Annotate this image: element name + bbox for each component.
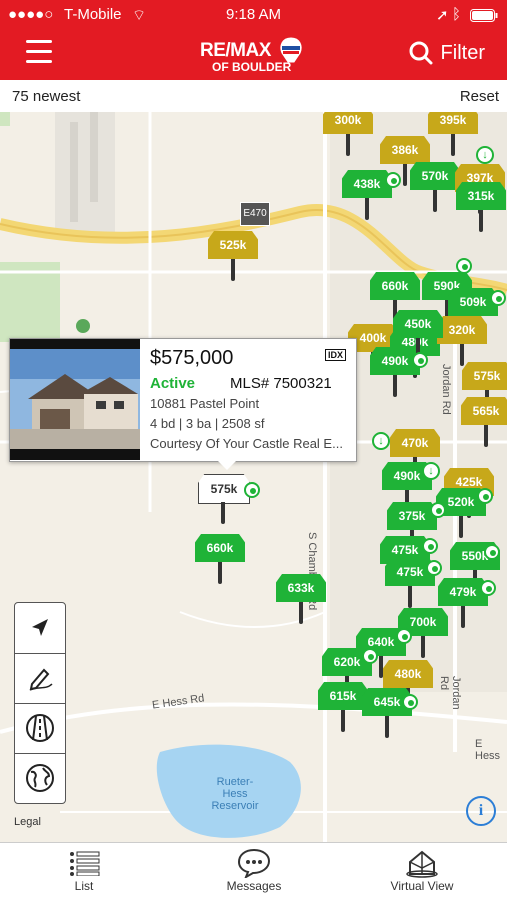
results-count: 75 newest [12,88,81,105]
tab-virtual-view[interactable]: Virtual View [362,847,482,893]
filter-button[interactable]: Filter [409,41,485,65]
tab-bar: List Messages Virtual View [0,842,507,901]
listing-card[interactable]: $575,000 IDX Active MLS# 7500321 10881 P… [9,338,357,470]
status-bar: ●●●●○ T-Mobile ⌔ 9:18 AM ➚ ᛒ [0,0,507,30]
open-house-icon [362,648,378,664]
open-house-icon [402,694,418,710]
menu-icon[interactable] [26,40,52,63]
map-type-button[interactable] [15,703,65,754]
list-icon [70,851,100,876]
remax-logo: RE/MAX OF BOULDER [198,36,308,76]
satellite-button[interactable] [15,753,65,803]
open-house-icon [430,502,446,518]
open-house-icon [490,290,506,306]
filter-label: Filter [440,41,485,64]
listing-photo[interactable] [10,339,140,460]
price-drop-icon: ↓ [422,462,440,480]
reset-button[interactable]: Reset [460,88,499,105]
tab-virtual-view-label: Virtual View [390,879,454,893]
carrier-label: T-Mobile [64,6,122,23]
map-pin[interactable]: 633k [276,574,328,626]
price-drop-icon: ↓ [372,432,390,450]
open-house-icon [396,628,412,644]
e470-shield: E470 [240,202,270,226]
price-drop-icon: ↓ [476,146,494,164]
info-icon[interactable]: i [466,796,496,826]
open-house-icon [480,580,496,596]
card-pointer [218,461,236,470]
tab-messages[interactable]: Messages [194,847,314,893]
map-pin[interactable]: 565k [461,397,507,449]
open-house-icon [412,352,428,368]
map-view[interactable]: E470 Jordan Rd Jordan Rd S Chambers Rd E… [0,112,507,842]
search-icon [409,41,433,65]
map-pin[interactable]: 395k [428,112,480,158]
open-house-icon [244,482,260,498]
road-label-e-hess-right: E Hess [475,738,501,762]
listing-courtesy: Courtesy Of Your Castle Real E... [150,436,343,451]
legal-link[interactable]: Legal [14,816,41,828]
wifi-icon: ⌔ [132,7,147,24]
map-pin[interactable]: 660k [195,534,247,586]
app-header: RE/MAX OF BOULDER Filter [0,30,507,80]
navigation-arrow-icon [32,619,48,636]
listing-status: Active [150,375,196,392]
listing-price: $575,000 [150,347,234,369]
listing-specs: 4 bd | 3 ba | 2508 sf [150,416,265,431]
idx-logo: IDX [324,349,346,361]
bluetooth-icon: ᛒ [452,6,462,23]
open-house-icon [456,258,472,274]
map-pin-selected[interactable]: 575k [198,474,250,526]
locate-button[interactable] [15,603,65,654]
tab-list-label: List [74,879,94,893]
open-house-icon [477,488,493,504]
pencil-icon [29,668,53,691]
map-pin[interactable]: 525k [208,231,260,283]
tab-list[interactable]: List [24,847,144,893]
map-pin[interactable]: 315k [456,182,507,234]
open-house-icon [385,172,401,188]
open-house-icon [422,538,438,554]
signal-icon: ●●●●○ [8,6,54,23]
reservoir-label: Rueter-Hess Reservoir [211,776,259,812]
map-tools-panel [14,602,66,804]
globe-icon [26,764,54,792]
open-house-icon [484,544,500,560]
listing-address: 10881 Pastel Point [150,396,260,411]
balloon-icon [280,37,302,63]
open-house-icon [426,560,442,576]
road-icon [26,714,54,742]
house-3d-icon [406,850,438,878]
draw-button[interactable] [15,653,65,704]
listing-mls: MLS# 7500321 [230,375,332,392]
chat-bubble-icon [237,848,271,878]
location-arrow-icon: ➚ [436,7,449,24]
results-bar: 75 newest Reset [0,80,507,113]
road-label-jordan-2: Jordan Rd [438,676,462,710]
time-label: 9:18 AM [226,6,282,23]
battery-icon [470,9,498,26]
tab-messages-label: Messages [226,879,282,893]
map-pin[interactable]: 300k [323,112,375,158]
